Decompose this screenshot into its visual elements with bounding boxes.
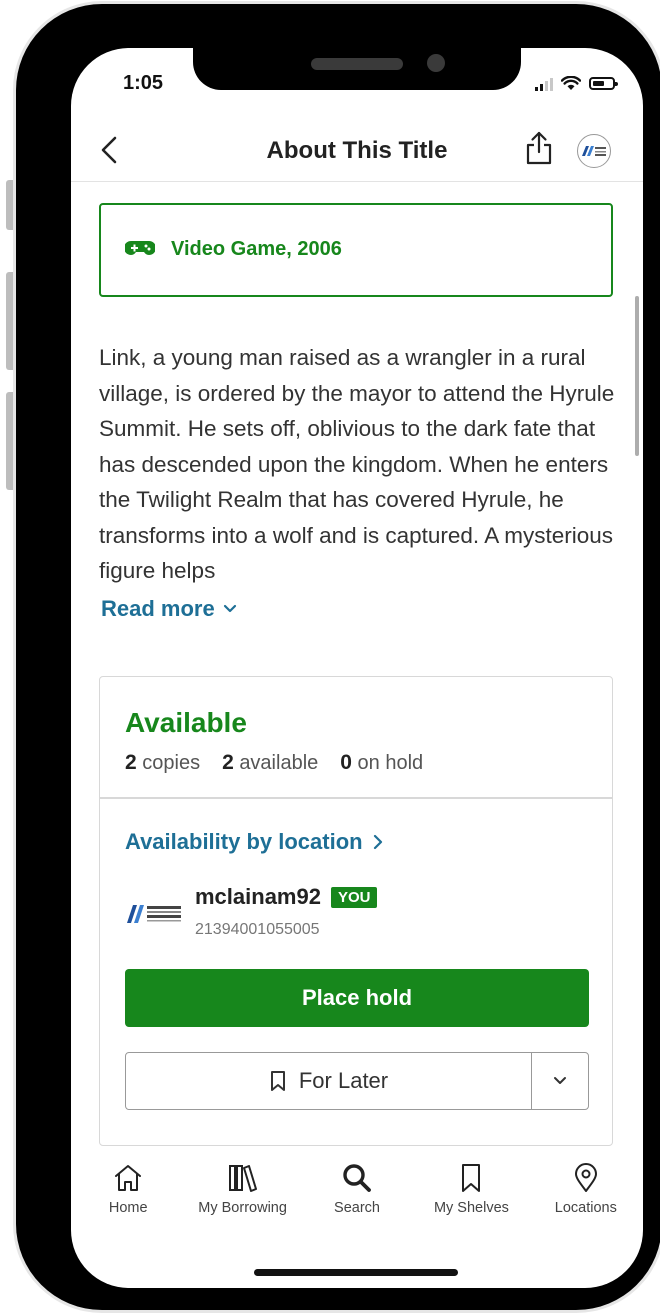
volume-up-button: [6, 272, 16, 370]
tab-locations[interactable]: Locations: [529, 1162, 643, 1232]
bookmark-icon: [270, 1071, 285, 1091]
chevron-down-icon: [223, 604, 236, 613]
library-logo-icon: [582, 146, 606, 156]
home-indicator[interactable]: [254, 1269, 458, 1276]
library-logo-icon: [127, 905, 181, 923]
read-more-label: Read more: [101, 596, 215, 621]
game-controller-icon: [125, 241, 155, 255]
format-banner: Video Game, 2006: [99, 203, 613, 297]
tab-search[interactable]: Search: [300, 1162, 414, 1232]
phone-frame: 1:05 About This Title Video Game, 2006 L…: [16, 4, 660, 1310]
available-count: 2 available: [222, 751, 319, 774]
title-description: Link, a young man raised as a wrangler i…: [99, 345, 615, 583]
account-name: mclainam92 YOU: [195, 884, 378, 910]
screen: 1:05 About This Title Video Game, 2006 L…: [71, 48, 643, 1288]
volume-down-button: [6, 392, 16, 490]
notch: [193, 48, 521, 90]
bookmark-icon: [462, 1164, 481, 1192]
books-icon: [228, 1165, 257, 1192]
copies-count: 2 copies: [125, 751, 201, 774]
signal-icon: [535, 77, 553, 91]
wifi-icon: [561, 76, 581, 90]
chevron-right-icon: [373, 834, 382, 850]
username: mclainam92: [195, 884, 321, 909]
battery-icon: [589, 77, 618, 90]
tab-label: My Borrowing: [198, 1200, 287, 1216]
format-label: Video Game, 2006: [171, 238, 342, 260]
place-hold-button[interactable]: Place hold: [125, 969, 589, 1027]
bottom-tab-bar: Home My Borrowing Search My Shelves Loca…: [71, 1162, 643, 1232]
scroll-indicator[interactable]: [635, 296, 639, 456]
tab-label: Home: [108, 1200, 148, 1216]
tab-my-borrowing[interactable]: My Borrowing: [185, 1162, 299, 1232]
tab-label: My Shelves: [433, 1200, 509, 1216]
availability-by-location-label: Availability by location: [125, 829, 363, 854]
for-later-button[interactable]: For Later: [126, 1053, 531, 1109]
ringer-switch: [6, 180, 16, 230]
library-avatar[interactable]: [577, 134, 611, 168]
header-bar: About This Title: [71, 124, 643, 182]
location-pin-icon: [574, 1163, 597, 1192]
front-camera: [427, 54, 445, 72]
page-title: About This Title: [266, 137, 448, 164]
availability-by-location-link[interactable]: Availability by location: [125, 829, 383, 855]
tab-label: Search: [334, 1200, 380, 1216]
for-later-label: For Later: [298, 1068, 389, 1093]
speaker: [311, 58, 403, 70]
library-card-number: 21394001055005: [195, 921, 320, 938]
tab-my-shelves[interactable]: My Shelves: [414, 1162, 528, 1232]
search-icon: [343, 1164, 371, 1192]
chevron-down-icon: [554, 1077, 566, 1084]
status-icons: [535, 76, 618, 91]
availability-status: Available: [125, 707, 247, 738]
shelf-dropdown-button[interactable]: [531, 1053, 588, 1109]
for-later-button-group: For Later: [125, 1052, 589, 1110]
availability-card: Available 2 copies 2 available 0 on hold…: [99, 676, 613, 1146]
status-time: 1:05: [123, 72, 164, 94]
share-icon[interactable]: [523, 130, 555, 166]
copy-counts: 2 copies 2 available 0 on hold: [125, 751, 423, 775]
home-icon: [115, 1165, 142, 1191]
hold-count: 0 on hold: [340, 751, 424, 774]
divider: [100, 797, 612, 799]
read-more-link[interactable]: Read more: [101, 596, 237, 622]
tab-home[interactable]: Home: [71, 1162, 185, 1232]
you-badge: YOU: [330, 886, 378, 908]
tab-label: Locations: [554, 1200, 617, 1216]
